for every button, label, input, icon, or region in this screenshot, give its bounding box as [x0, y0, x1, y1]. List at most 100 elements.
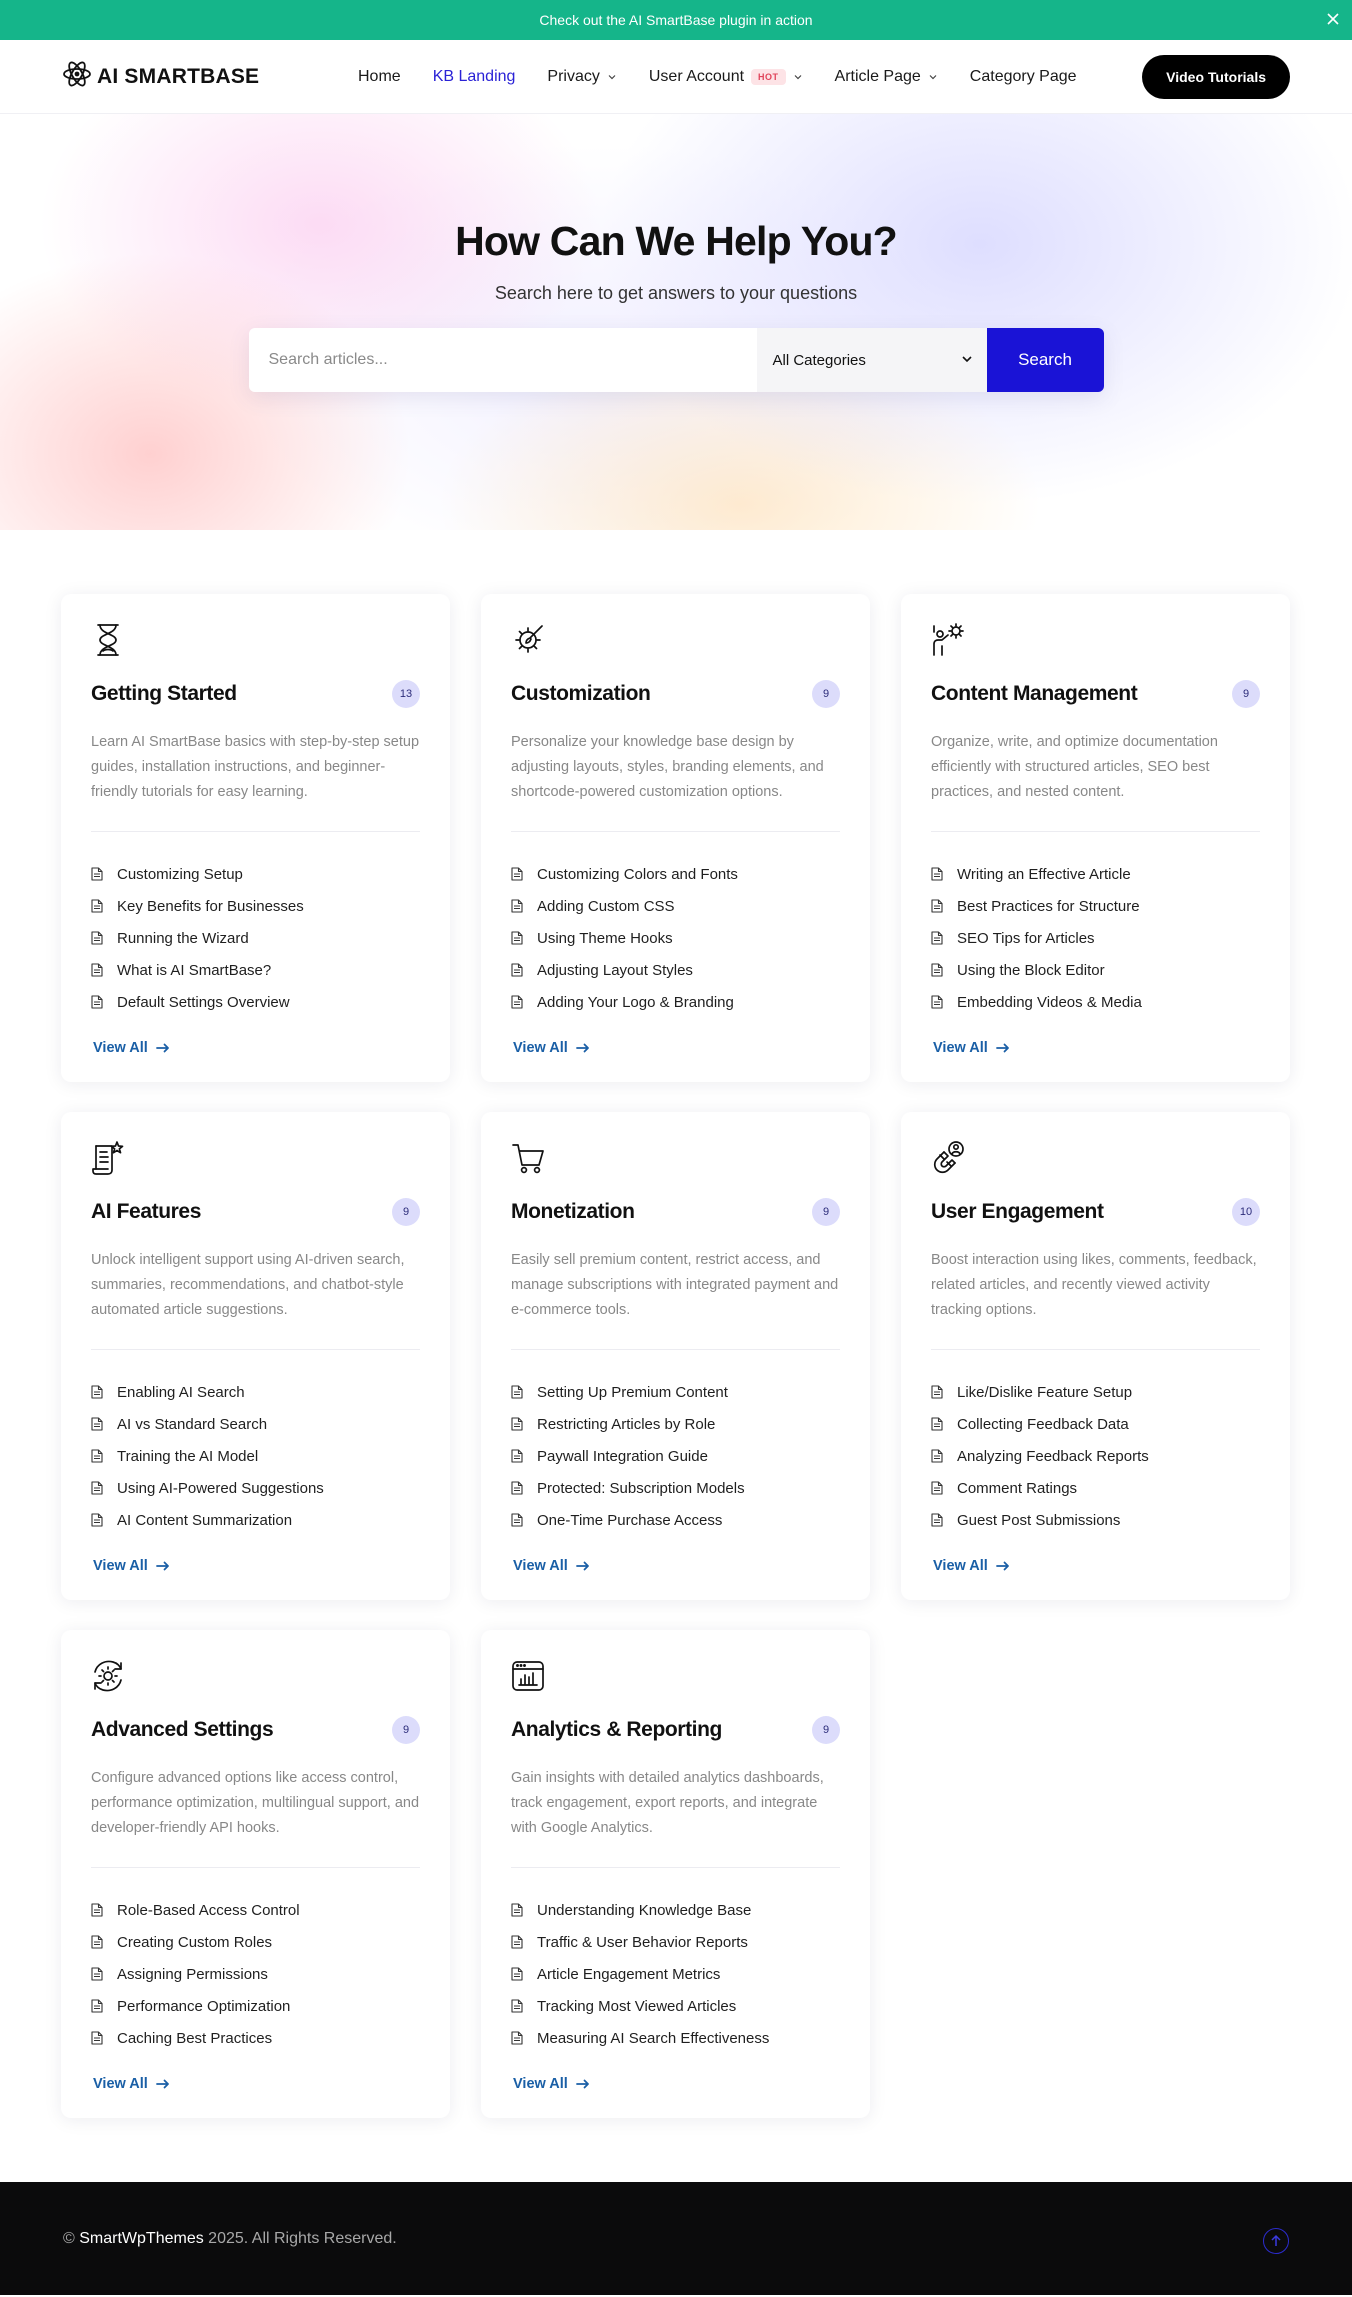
category-title[interactable]: Getting Started	[91, 682, 237, 706]
article-list: Setting Up Premium Content Restricting A…	[511, 1376, 840, 1536]
article-link[interactable]: Using AI-Powered Suggestions	[91, 1472, 420, 1504]
article-link[interactable]: Enabling AI Search	[91, 1376, 420, 1408]
article-title: Article Engagement Metrics	[537, 1965, 721, 1983]
article-link[interactable]: Traffic & User Behavior Reports	[511, 1926, 840, 1958]
article-link[interactable]: Paywall Integration Guide	[511, 1440, 840, 1472]
article-link[interactable]: One-Time Purchase Access	[511, 1504, 840, 1536]
article-link[interactable]: Measuring AI Search Effectiveness	[511, 2022, 840, 2054]
article-link[interactable]: AI vs Standard Search	[91, 1408, 420, 1440]
video-tutorials-button[interactable]: Video Tutorials	[1142, 54, 1290, 99]
article-link[interactable]: Like/Dislike Feature Setup	[931, 1376, 1260, 1408]
arrow-up-circle-icon[interactable]	[1263, 2227, 1289, 2254]
article-link[interactable]: Role-Based Access Control	[91, 1894, 420, 1926]
article-link[interactable]: Article Engagement Metrics	[511, 1958, 840, 1990]
nav-item-label: User Account	[648, 67, 745, 85]
article-list: Role-Based Access Control Creating Custo…	[91, 1894, 420, 2054]
article-link[interactable]: Tracking Most Viewed Articles	[511, 1990, 840, 2022]
nav-item-kb-landing[interactable]: KB Landing	[433, 68, 516, 86]
footer-brand-link[interactable]: SmartWpThemes	[79, 2230, 203, 2247]
article-link[interactable]: Performance Optimization	[91, 1990, 420, 2022]
article-link[interactable]: What is AI SmartBase?	[91, 954, 420, 986]
document-icon	[511, 867, 523, 881]
category-title[interactable]: Monetization	[511, 1200, 635, 1224]
article-link[interactable]: Analyzing Feedback Reports	[931, 1440, 1260, 1472]
search-input[interactable]	[248, 328, 757, 392]
category-title[interactable]: Customization	[511, 682, 651, 706]
category-card: Advanced Settings 9 Configure advanced o…	[61, 1630, 450, 2118]
category-title[interactable]: User Engagement	[931, 1200, 1104, 1224]
category-title[interactable]: AI Features	[91, 1200, 201, 1224]
article-link[interactable]: Customizing Setup	[91, 858, 420, 890]
arrow-right-icon	[575, 1043, 590, 1053]
divider	[91, 1349, 420, 1350]
announcement-text[interactable]: Check out the AI SmartBase plugin in act…	[539, 12, 812, 28]
article-link[interactable]: Guest Post Submissions	[931, 1504, 1260, 1536]
view-all-link[interactable]: View All	[931, 1558, 1010, 1574]
article-title: Understanding Knowledge Base	[537, 1901, 752, 1919]
article-link[interactable]: Caching Best Practices	[91, 2022, 420, 2054]
article-link[interactable]: Writing an Effective Article	[931, 858, 1260, 890]
hero-section: How Can We Help You? Search here to get …	[0, 114, 1352, 530]
category-card: User Engagement 10 Boost interaction usi…	[901, 1112, 1290, 1600]
view-all-link[interactable]: View All	[91, 1558, 170, 1574]
article-link[interactable]: Protected: Subscription Models	[511, 1472, 840, 1504]
article-title: AI Content Summarization	[117, 1511, 293, 1529]
article-link[interactable]: Collecting Feedback Data	[931, 1408, 1260, 1440]
view-all-link[interactable]: View All	[91, 2076, 170, 2092]
site-header: AI SMARTBASE Home KB Landing Privacy User A…	[0, 40, 1352, 114]
article-link[interactable]: Training the AI Model	[91, 1440, 420, 1472]
article-link[interactable]: Default Settings Overview	[91, 986, 420, 1018]
view-all-link[interactable]: View All	[511, 2076, 590, 2092]
document-icon	[91, 1513, 103, 1527]
article-title: Tracking Most Viewed Articles	[537, 1997, 737, 2015]
article-link[interactable]: Understanding Knowledge Base	[511, 1894, 840, 1926]
nav-item-home[interactable]: Home	[358, 68, 401, 86]
nav-item-privacy[interactable]: Privacy	[547, 68, 616, 86]
article-link[interactable]: Embedding Videos & Media	[931, 986, 1260, 1018]
category-card: AI Features 9 Unlock intelligent support…	[61, 1112, 450, 1600]
article-link[interactable]: Comment Ratings	[931, 1472, 1260, 1504]
article-title: Adjusting Layout Styles	[537, 961, 693, 979]
article-title: Analyzing Feedback Reports	[957, 1447, 1149, 1465]
article-link[interactable]: Adding Custom CSS	[511, 890, 840, 922]
close-icon[interactable]	[1322, 8, 1344, 30]
nav-item-category-page[interactable]: Category Page	[970, 68, 1077, 86]
search-button[interactable]: Search	[986, 328, 1104, 392]
article-title: Writing an Effective Article	[957, 865, 1131, 883]
view-all-label: View All	[513, 2076, 568, 2092]
magnet-user-icon	[931, 1140, 965, 1176]
article-link[interactable]: Restricting Articles by Role	[511, 1408, 840, 1440]
article-link[interactable]: Customizing Colors and Fonts	[511, 858, 840, 890]
category-description: Boost interaction using likes, comments,…	[931, 1252, 1257, 1318]
article-link[interactable]: Using Theme Hooks	[511, 922, 840, 954]
article-link[interactable]: Using the Block Editor	[931, 954, 1260, 986]
nav-item-article-page[interactable]: Article Page	[835, 68, 938, 86]
document-icon	[91, 1903, 103, 1917]
article-link[interactable]: Creating Custom Roles	[91, 1926, 420, 1958]
category-title[interactable]: Analytics & Reporting	[511, 1718, 722, 1742]
article-title: Training the AI Model	[117, 1447, 259, 1465]
view-all-link[interactable]: View All	[91, 1040, 170, 1056]
article-link[interactable]: Running the Wizard	[91, 922, 420, 954]
article-link[interactable]: AI Content Summarization	[91, 1504, 420, 1536]
article-link[interactable]: Setting Up Premium Content	[511, 1376, 840, 1408]
category-card: Analytics & Reporting 9 Gain insights wi…	[481, 1630, 870, 2118]
article-link[interactable]: Key Benefits for Businesses	[91, 890, 420, 922]
category-title[interactable]: Advanced Settings	[91, 1718, 274, 1742]
article-link[interactable]: SEO Tips for Articles	[931, 922, 1260, 954]
category-select[interactable]: All Categories	[756, 328, 987, 392]
view-all-link[interactable]: View All	[511, 1040, 590, 1056]
article-link[interactable]: Adjusting Layout Styles	[511, 954, 840, 986]
category-title[interactable]: Content Management	[931, 682, 1138, 706]
view-all-link[interactable]: View All	[511, 1558, 590, 1574]
article-link[interactable]: Assigning Permissions	[91, 1958, 420, 1990]
nav-item-user-account[interactable]: User Account HOT	[649, 68, 803, 86]
paint-brush-gear-icon	[511, 622, 545, 658]
person-gear-icon	[931, 622, 965, 658]
document-icon	[511, 1449, 523, 1463]
view-all-link[interactable]: View All	[931, 1040, 1010, 1056]
article-link[interactable]: Adding Your Logo & Branding	[511, 986, 840, 1018]
logo[interactable]: AI SMARTBASE	[62, 59, 358, 94]
article-link[interactable]: Best Practices for Structure	[931, 890, 1260, 922]
article-title: Adding Your Logo & Branding	[537, 993, 734, 1011]
